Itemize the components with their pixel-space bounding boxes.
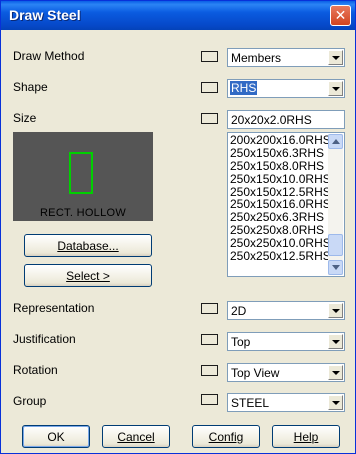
chevron-down-icon[interactable] [328,395,343,410]
size-input[interactable]: 20x20x2.0RHS [227,110,345,129]
justification-checkbox[interactable] [201,334,218,345]
draw-method-label: Draw Method [13,49,85,63]
close-button[interactable]: ✕ [330,5,351,26]
rotation-checkbox[interactable] [201,365,218,376]
help-button[interactable]: Help [272,425,340,448]
justification-label: Justification [13,332,76,346]
group-label: Group [13,394,47,408]
database-button[interactable]: Database... [24,234,152,257]
close-icon: ✕ [334,7,347,23]
list-item[interactable]: 200x200x16.0RHS [230,134,331,147]
config-button[interactable]: Config [192,425,260,448]
select-button-label: Select > [66,268,110,283]
rect-hollow-shape-icon [69,152,93,194]
list-item[interactable]: 250x150x10.0RHS [230,172,331,186]
draw-steel-dialog: Draw Steel ✕ Draw Method Members Shape R… [0,0,356,454]
scrollbar-thumb[interactable] [328,234,343,256]
size-listbox[interactable]: 200x200x16.0RHS 250x150x6.3RHS 250x150x8… [227,132,345,277]
list-item[interactable]: 250x250x12.5RHS [230,250,331,263]
shape-checkbox[interactable] [201,82,218,93]
chevron-down-icon[interactable] [328,81,343,96]
scroll-down-icon[interactable] [328,260,343,275]
window-title: Draw Steel [9,7,81,23]
justification-value: Top [231,335,251,349]
cancel-button-label: Cancel [117,429,155,444]
title-bar[interactable]: Draw Steel ✕ [1,1,355,30]
group-select[interactable]: STEEL [227,393,345,412]
list-item[interactable]: 250x150x8.0RHS [230,159,328,173]
chevron-down-icon[interactable] [328,365,343,380]
group-checkbox[interactable] [201,394,218,405]
rotation-label: Rotation [13,363,58,377]
list-item[interactable]: 250x150x6.3RHS [230,146,328,160]
config-button-label: Config [208,429,244,444]
ok-button-label: OK [47,429,65,444]
size-checkbox[interactable] [201,113,218,124]
representation-label: Representation [13,301,95,315]
size-label: Size [13,111,37,125]
draw-method-value: Members [231,51,282,65]
size-list-scrollbar[interactable] [328,134,343,275]
shape-value: RHS [230,81,258,95]
database-button-label: Database... [57,238,119,253]
section-preview: RECT. HOLLOW [13,132,153,221]
draw-method-checkbox[interactable] [201,51,218,62]
group-value: STEEL [231,396,270,410]
rotation-select[interactable]: Top View [227,363,345,382]
help-button-label: Help [293,429,319,444]
preview-caption: RECT. HOLLOW [39,207,127,219]
chevron-down-icon[interactable] [328,303,343,318]
cancel-button[interactable]: Cancel [102,425,170,448]
representation-checkbox[interactable] [201,303,218,314]
representation-value: 2D [231,304,247,318]
size-value: 20x20x2.0RHS [231,113,312,127]
select-button[interactable]: Select > [24,264,152,287]
chevron-down-icon[interactable] [328,50,343,65]
representation-select[interactable]: 2D [227,301,345,320]
ok-button[interactable]: OK [22,425,90,448]
size-list-items: 200x200x16.0RHS 250x150x6.3RHS 250x150x8… [230,134,331,263]
shape-label: Shape [13,80,48,94]
rotation-value: Top View [231,366,280,380]
draw-method-select[interactable]: Members [227,48,345,67]
scroll-up-icon[interactable] [328,134,343,149]
chevron-down-icon[interactable] [328,334,343,349]
shape-select[interactable]: RHS [227,79,345,98]
justification-select[interactable]: Top [227,332,345,351]
